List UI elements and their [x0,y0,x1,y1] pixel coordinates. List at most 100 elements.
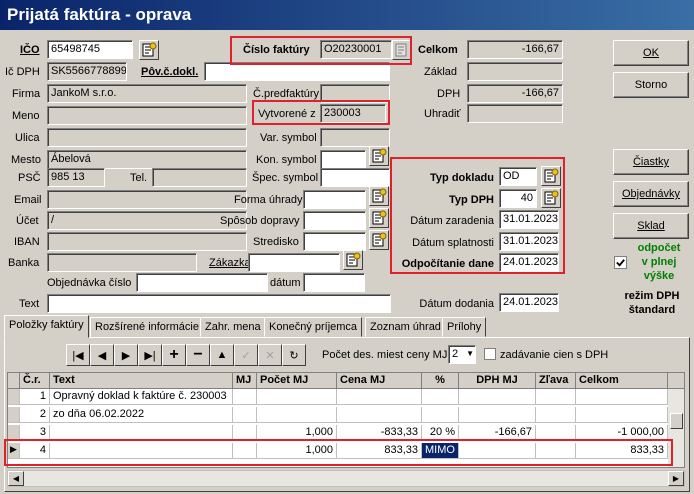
cell-zlava[interactable] [536,407,576,423]
cell-celkom[interactable] [576,407,668,423]
checkmark-icon [616,259,625,267]
ico-field[interactable]: 65498745 [47,40,133,59]
sklad-button[interactable]: Sklad [613,213,689,239]
cell-cena[interactable] [337,407,422,423]
email-field[interactable] [47,190,247,209]
banka-field[interactable] [47,253,197,272]
post-record-button[interactable]: ✓ [234,344,258,366]
zakazka-field[interactable] [248,253,340,272]
iban-field[interactable] [47,232,247,251]
cell-cr[interactable]: 2 [20,407,50,423]
cell-text[interactable]: zo dňa 06.02.2022 [50,407,233,423]
stredisko-field[interactable] [303,232,366,251]
notepad-icon [142,42,157,57]
cell-cr[interactable]: 1 [20,389,50,405]
cell-percent[interactable] [422,389,459,405]
cell-dph[interactable] [459,389,536,405]
datum-dodania-field[interactable]: 24.01.2023 [499,293,559,312]
psc-field[interactable]: 985 13 [47,168,105,187]
ciastky-button[interactable]: Čiastky [613,149,689,175]
zadavanie-checkbox[interactable] [484,348,496,360]
cell-cena[interactable] [337,389,422,405]
cell-text[interactable]: Opravný doklad k faktúre č. 230003 [50,389,233,405]
forma-uhrady-label: Forma úhrady [234,194,303,206]
cell-pocet[interactable] [257,407,337,423]
scroll-left-button[interactable]: ◀ [8,471,24,486]
first-record-button[interactable]: |◀ [66,344,90,366]
col-zlava[interactable]: Zľava [536,373,576,389]
horizontal-scrollbar[interactable]: ◀ ▶ [7,470,685,487]
objednavka-datum-field[interactable] [303,273,365,292]
col-mj[interactable]: MJ [233,373,257,389]
ulica-field[interactable] [47,128,247,147]
scroll-thumb[interactable] [670,413,683,429]
tab-zoznam-uhrad[interactable]: Zoznam úhrad [365,317,446,337]
stredisko-lookup-button[interactable] [369,230,389,250]
tab-polozky-faktury[interactable]: Položky faktúry [4,315,89,338]
cell-dph[interactable] [459,407,536,423]
tab-rozsirene-informacie[interactable]: Rozšírené informácie [90,317,204,337]
cell-mj[interactable] [233,407,257,423]
tab-konecny-prijemca[interactable]: Konečný príjemca [264,317,363,337]
mesto-field[interactable]: Ábelová [47,150,247,169]
ucet-field[interactable]: / [47,211,247,230]
forma-uhrady-lookup-button[interactable] [369,186,389,206]
firma-field[interactable]: JankoM s.r.o. [47,84,247,103]
var-symbol-field[interactable] [320,128,390,147]
sposob-dopravy-lookup-button[interactable] [369,208,389,228]
povcdokl-label: Pôv.č.dokl. [141,65,198,79]
odpocet-checkbox[interactable] [614,256,627,269]
celkom-field: -166,67 [467,40,563,59]
col-dph-mj[interactable]: DPH MJ [459,373,536,389]
dph-label: DPH [437,88,461,100]
ok-button[interactable]: OK [613,40,689,66]
col-cr[interactable]: Č.r. [20,373,50,389]
col-pocet-mj[interactable]: Počet MJ [257,373,337,389]
objednavka-field[interactable] [136,273,268,292]
last-record-button[interactable]: ▶| [138,344,162,366]
cell-pocet[interactable] [257,389,337,405]
tel-field[interactable] [152,168,247,187]
cell-mj[interactable] [233,389,257,405]
ico-lookup-button[interactable] [139,40,159,60]
cell-zlava[interactable] [536,389,576,405]
datum-dodania-label: Dátum dodania [419,298,494,310]
pocet-select[interactable]: 2 ▼ [448,345,476,364]
objednavky-button[interactable]: Objednávky [613,181,689,207]
cell-celkom[interactable] [576,389,668,405]
sposob-dopravy-label: Spôsob dopravy [220,215,300,227]
zakazka-lookup-button[interactable] [343,250,363,270]
psc-label: PSČ [18,172,41,184]
storno-button[interactable]: Storno [613,72,689,98]
refresh-button[interactable]: ↻ [282,344,306,366]
dph-field: -166,67 [467,84,563,103]
spec-symbol-field[interactable] [320,168,390,187]
kon-symbol-field[interactable] [320,150,366,169]
tab-zahr-mena[interactable]: Zahr. mena [200,317,266,337]
spec-symbol-label: Špec. symbol [252,172,319,184]
col-percent[interactable]: % [422,373,459,389]
odpocet-line2: v plnej [641,256,677,268]
edit-record-button[interactable]: ▲ [210,344,234,366]
col-text[interactable]: Text [50,373,233,389]
col-celkom[interactable]: Celkom [576,373,668,389]
scroll-right-button[interactable]: ▶ [668,471,684,486]
cell-percent[interactable] [422,407,459,423]
forma-uhrady-field[interactable] [303,190,366,209]
prior-record-button[interactable]: ◀ [90,344,114,366]
rezim-line1: režim DPH [624,290,680,302]
col-cena-mj[interactable]: Cena MJ [337,373,422,389]
next-record-button[interactable]: ▶ [114,344,138,366]
celkom-label: Celkom [418,44,458,56]
kon-symbol-lookup-button[interactable] [369,146,389,166]
text-field[interactable] [47,294,391,313]
tab-prilohy[interactable]: Prílohy [442,317,487,337]
insert-record-button[interactable]: + [162,344,186,366]
row-indicator [8,407,20,423]
meno-field[interactable] [47,106,247,125]
odpocet-label: odpočet v plnej výške [633,241,685,283]
cancel-record-button[interactable]: ✕ [258,344,282,366]
sposob-dopravy-field[interactable] [303,211,366,230]
delete-record-button[interactable]: − [186,344,210,366]
icdph-field[interactable]: SK5566778899 [47,62,127,81]
